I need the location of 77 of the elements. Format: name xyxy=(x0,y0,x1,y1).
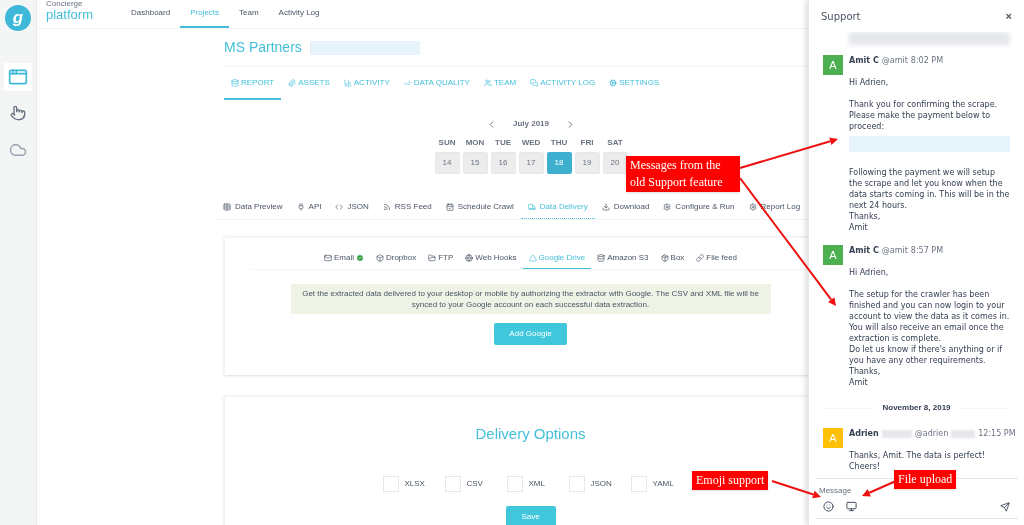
project-tab[interactable]: SETTINGS xyxy=(602,67,667,100)
delivery-tab[interactable]: Dropbox xyxy=(369,248,423,269)
annotation-callout: File upload xyxy=(894,470,957,489)
weekday-label: SAT xyxy=(607,137,623,149)
nav-tab[interactable]: Projects xyxy=(180,0,230,28)
author-name: Adrien xyxy=(849,428,879,439)
message-text: Thank you for confirming the scrape. Please make the payment below to proceed: xyxy=(849,99,999,132)
delivery-tab[interactable]: Amazon S3 xyxy=(591,248,655,269)
info-message: Get the extracted data delivered to your desktop or mobile by authorizing the extractor with Google. The CSV and XML file will be synced to your Google account on each successful data extraction. xyxy=(290,284,771,314)
project-title: MS Partners xyxy=(224,38,302,57)
weekday-label: MON xyxy=(465,137,485,149)
format-label: YAML xyxy=(652,477,674,490)
format-label: XLSX xyxy=(404,477,425,490)
weekday-label: FRI xyxy=(580,137,594,149)
project-tab[interactable]: DATA QUALITY xyxy=(396,67,477,100)
delivery-tab[interactable]: Box xyxy=(654,248,691,269)
brand-name: platform xyxy=(46,8,94,21)
month-label: July 2019 xyxy=(513,118,549,130)
author-name: Amit C xyxy=(849,245,879,256)
delivery-tab[interactable]: Web Hooks xyxy=(459,248,523,269)
data-tab[interactable]: Configure & Run xyxy=(656,196,742,219)
close-button[interactable]: × xyxy=(1005,7,1012,25)
data-tab[interactable]: Download xyxy=(594,196,657,219)
data-tab[interactable]: JSON xyxy=(328,196,376,219)
message-text: Thanks, Amit. The data is perfect! Cheers! xyxy=(849,450,987,472)
author-handle: @amit xyxy=(881,245,908,256)
calendar-day[interactable]: 18 xyxy=(546,152,572,174)
delivery-tab[interactable]: FTP xyxy=(422,248,460,269)
message-text: The setup for the crawler has been finished and you can now login to your account to view the data as it comes in. You will also receive an email once the extraction is complete. Do let us know if there's anything or if you have any other requirements. Thanks, Amit xyxy=(849,289,1010,388)
calendar-day[interactable]: 16 xyxy=(490,152,516,174)
calendar-day[interactable]: 17 xyxy=(518,152,544,174)
weekday-label: THU xyxy=(550,137,568,149)
nav-tab[interactable]: Team xyxy=(229,0,269,28)
data-tab[interactable]: API xyxy=(289,196,329,219)
avatar: A xyxy=(823,428,843,448)
brand-small: Concierge xyxy=(46,0,84,8)
weekday-label: WED xyxy=(521,137,541,149)
nav-tab[interactable]: Dashboard xyxy=(121,0,181,28)
format-label: JSON xyxy=(590,477,612,490)
avatar: A xyxy=(823,55,843,75)
annotation-callout: Messages from the old Support feature xyxy=(626,156,740,192)
annotation-callout: Emoji support xyxy=(692,471,769,490)
logo[interactable]: g xyxy=(5,5,31,31)
section-title: Delivery Options xyxy=(475,424,586,444)
data-tab[interactable]: Data Delivery xyxy=(520,196,595,219)
data-tab[interactable]: Schedule Crawl xyxy=(438,196,521,219)
message-text: Following the payment we will setup the scrape and let you know when the data starts coming in. This will be in the next 24 hours. Thanks, Amit xyxy=(849,167,1010,233)
calendar-day[interactable]: 14 xyxy=(434,152,460,174)
panel-title: Support xyxy=(821,9,861,24)
message-time: 8:02 PM xyxy=(910,55,944,66)
weekday-label: SUN xyxy=(438,137,456,149)
author-handle: @adrien xyxy=(914,428,949,439)
author-name: Amit C xyxy=(849,55,879,66)
project-tab[interactable]: REPORT xyxy=(224,67,282,100)
date-divider: November 8, 2019 xyxy=(882,402,951,414)
message-time: 12:15 PM xyxy=(978,428,1016,439)
format-label: XML xyxy=(528,477,545,490)
delivery-tab[interactable]: File feed xyxy=(690,248,744,269)
data-tab[interactable]: Data Preview xyxy=(216,196,290,219)
message-text: Hi Adrien, xyxy=(849,77,890,88)
message-time: 8:57 PM xyxy=(910,245,944,256)
project-tab[interactable]: TEAM xyxy=(476,67,524,100)
delivery-tab[interactable]: Google Drive xyxy=(522,248,592,269)
project-tab[interactable]: ASSETS xyxy=(281,67,337,100)
data-tab[interactable]: RSS Feed xyxy=(375,196,439,219)
avatar: A xyxy=(823,245,843,265)
calendar-day[interactable]: 20 xyxy=(602,152,628,174)
calendar-day[interactable]: 15 xyxy=(462,152,488,174)
data-tab[interactable]: Report Log xyxy=(741,196,808,219)
nav-tab[interactable]: Activity Log xyxy=(268,0,330,28)
calendar-day[interactable]: 19 xyxy=(574,152,600,174)
message-text: Hi Adrien, xyxy=(849,267,890,278)
format-label: CSV xyxy=(466,477,483,490)
weekday-label: TUE xyxy=(495,137,511,149)
author-handle: @amit xyxy=(881,55,908,66)
delivery-tab[interactable]: Email xyxy=(317,248,370,269)
project-tab[interactable]: ACTIVITY LOG xyxy=(523,67,603,100)
